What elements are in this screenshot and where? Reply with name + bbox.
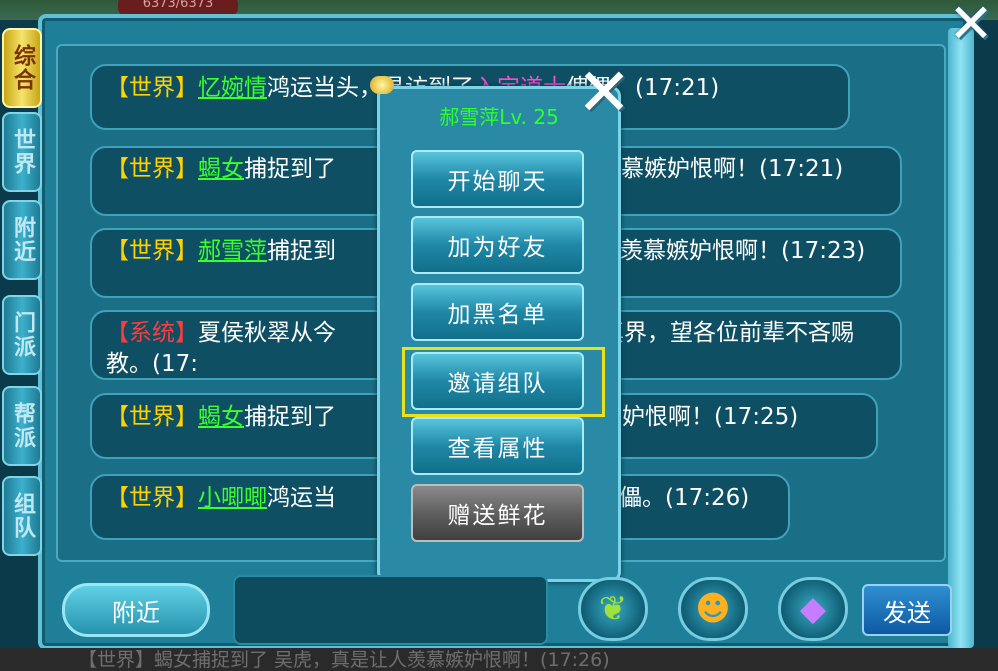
tab-all[interactable]: 综合 <box>2 28 42 108</box>
tab-team[interactable]: 组队 <box>2 476 42 556</box>
view-attributes-button[interactable]: 查看属性 <box>411 417 584 475</box>
highlight-box <box>402 347 605 417</box>
shield-emblem-icon[interactable]: ◆ <box>778 577 848 641</box>
player-name-link[interactable]: 忆婉情 <box>198 75 267 101</box>
chat-input[interactable] <box>233 575 548 645</box>
add-friend-button[interactable]: 加为好友 <box>411 216 584 274</box>
player-name-link[interactable]: 小唧唧 <box>198 485 267 511</box>
send-flowers-button[interactable]: 赠送鲜花 <box>411 484 584 542</box>
start-chat-button[interactable]: 开始聊天 <box>411 150 584 208</box>
channel-nearby-button[interactable]: 附近 <box>62 583 210 637</box>
chat-ticker: 【世界】蝎女捕捉到了 吴虎，真是让人羡慕嫉妒恨啊！(17:26) <box>0 648 998 671</box>
knot-ornament-icon <box>370 76 394 94</box>
tab-world[interactable]: 世界 <box>2 112 42 192</box>
add-blacklist-button[interactable]: 加黑名单 <box>411 283 584 341</box>
leaf-emoji-icon[interactable]: ❦ <box>578 577 648 641</box>
player-name-link[interactable]: 蝎女 <box>198 404 244 430</box>
send-button[interactable]: 发送 <box>862 584 952 636</box>
tab-guild[interactable]: 帮派 <box>2 386 42 466</box>
panel-pillar <box>948 28 974 648</box>
player-name-link[interactable]: 郝雪萍 <box>198 238 267 264</box>
cat-face-icon[interactable]: ☻ <box>678 577 748 641</box>
tab-nearby[interactable]: 附近 <box>2 200 42 280</box>
close-icon[interactable]: ✕ <box>944 0 998 52</box>
popup-close-icon[interactable]: ✕ <box>574 60 634 126</box>
player-name-link[interactable]: 蝎女 <box>198 156 244 182</box>
tab-sect[interactable]: 门派 <box>2 295 42 375</box>
